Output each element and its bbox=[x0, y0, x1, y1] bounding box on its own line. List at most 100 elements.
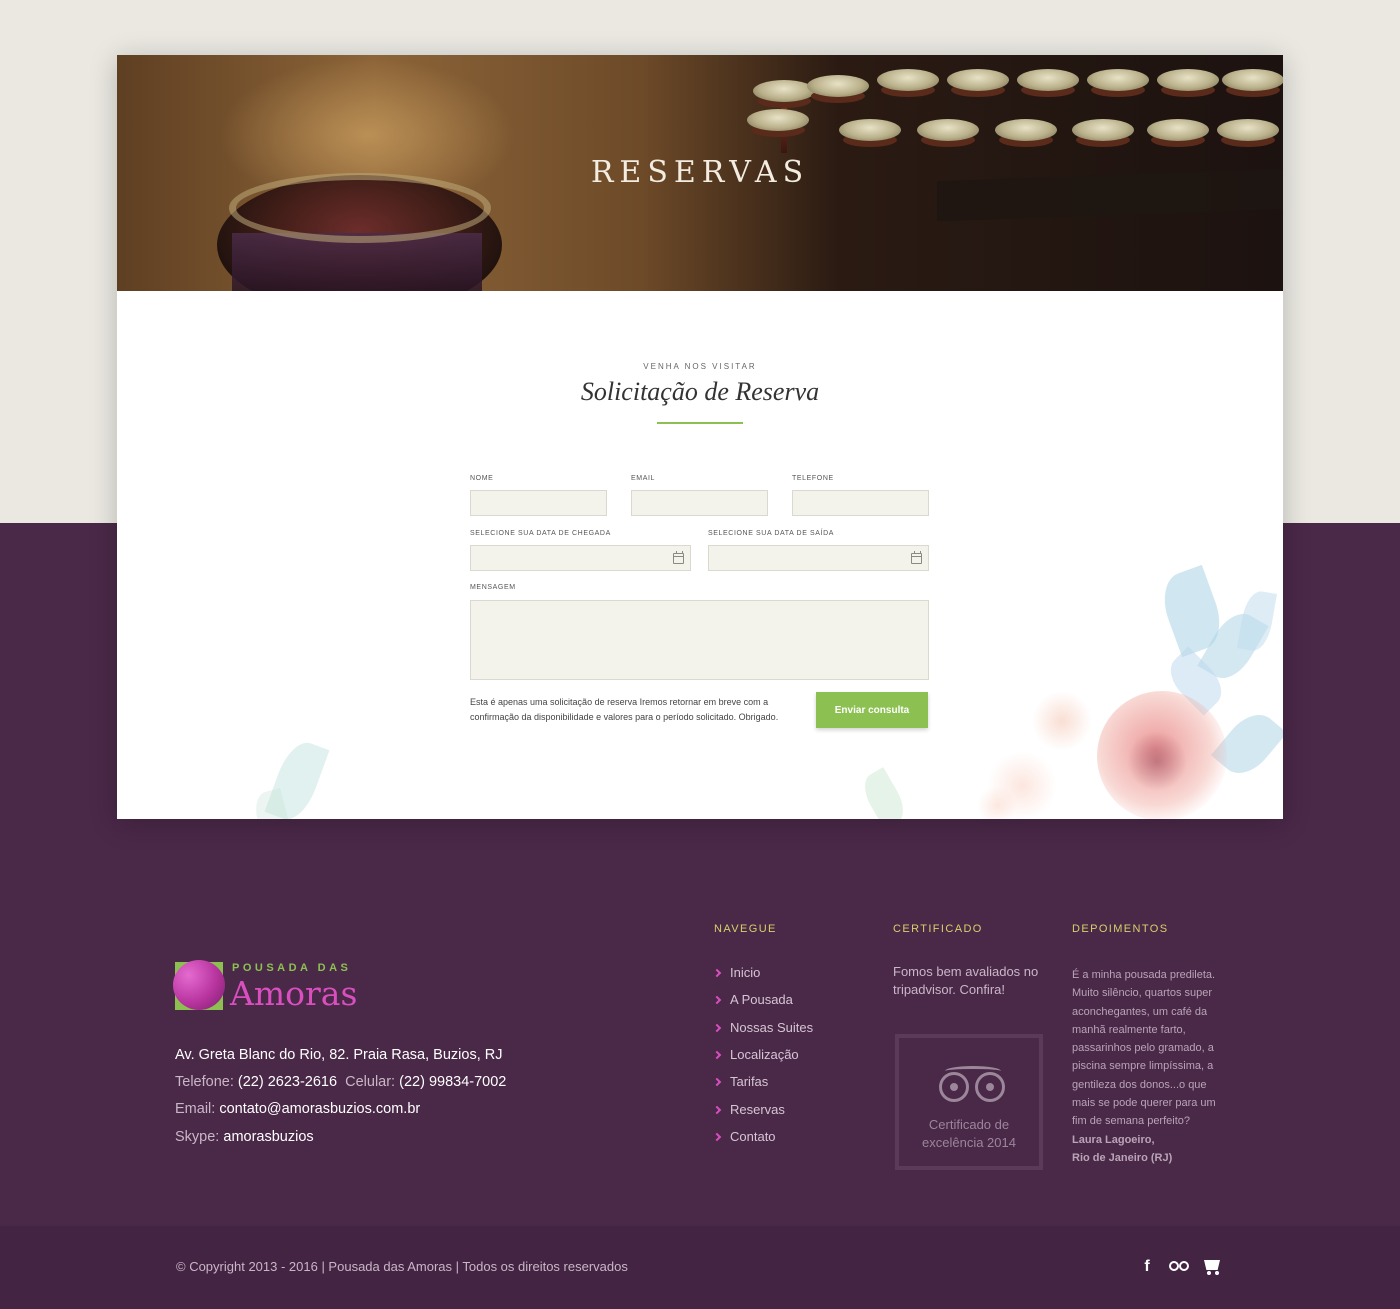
nav-title: NAVEGUE bbox=[714, 923, 777, 935]
tripadvisor-owl-icon bbox=[935, 1066, 1011, 1106]
form-eyebrow: VENHA NOS VISITAR bbox=[643, 362, 757, 371]
nav-item-tarifas[interactable]: Tarifas bbox=[712, 1074, 769, 1089]
hero-key bbox=[877, 69, 939, 91]
cert-text: Fomos bem avaliados no tripadvisor. Conf… bbox=[893, 964, 1039, 997]
nav-label: Tarifas bbox=[730, 1074, 769, 1089]
telefone-label: TELEFONE bbox=[792, 475, 834, 482]
nome-input-wrap bbox=[470, 490, 607, 516]
saida-input-wrap bbox=[708, 545, 929, 571]
reservation-form: VENHA NOS VISITAR Solicitação de Reserva… bbox=[117, 291, 1283, 819]
hero-key bbox=[1087, 69, 1149, 91]
testimonial-author: Laura Lagoeiro, Rio de Janeiro (RJ) bbox=[1072, 1131, 1232, 1167]
copyright: © Copyright 2013 - 2016 | Pousada das Am… bbox=[176, 1259, 628, 1274]
decor-leaf bbox=[857, 767, 911, 819]
berry-icon bbox=[173, 960, 225, 1010]
calendar-icon[interactable] bbox=[673, 551, 684, 564]
footer-phones: Telefone: (22) 2623-2616 Celular: (22) 9… bbox=[175, 1074, 506, 1090]
heading-underline bbox=[657, 422, 743, 424]
chegada-input-wrap bbox=[470, 545, 691, 571]
chevron-right-icon bbox=[712, 1077, 722, 1087]
hero-key bbox=[1157, 69, 1219, 91]
cell-value[interactable]: (22) 99834-7002 bbox=[399, 1074, 506, 1090]
decor-flower bbox=[977, 786, 1017, 819]
hero-key bbox=[1147, 119, 1209, 141]
nav-item-reservas[interactable]: Reservas bbox=[712, 1102, 785, 1117]
testimonial-author-place: Rio de Janeiro (RJ) bbox=[1072, 1152, 1173, 1164]
nav-item-contato[interactable]: Contato bbox=[712, 1129, 776, 1144]
hero-key bbox=[839, 119, 901, 141]
nome-label: NOME bbox=[470, 475, 494, 482]
submit-button[interactable]: Enviar consulta bbox=[816, 692, 928, 728]
email-label: EMAIL bbox=[631, 475, 656, 482]
logo-big-text: Amoras bbox=[230, 974, 358, 1013]
chevron-right-icon bbox=[712, 1023, 722, 1033]
cert-badge-text: Certificado de excelência 2014 bbox=[922, 1117, 1016, 1150]
hero-title: RESERVAS bbox=[590, 155, 810, 190]
hero-key bbox=[1222, 69, 1283, 91]
email-link[interactable]: contato@amorasbuzios.com.br bbox=[219, 1101, 420, 1117]
hero-key bbox=[1072, 119, 1134, 141]
hero-key bbox=[747, 109, 809, 131]
tripadvisor-icon[interactable] bbox=[1169, 1258, 1189, 1276]
phone-value[interactable]: (22) 2623-2616 bbox=[238, 1074, 337, 1090]
mensagem-label: MENSAGEM bbox=[470, 584, 516, 591]
skype-link[interactable]: amorasbuzios bbox=[223, 1129, 313, 1145]
reservation-card: RESERVAS VENHA NOS VISITAR Solicitação d… bbox=[117, 55, 1283, 819]
hero-key bbox=[1217, 119, 1279, 141]
testimonial-author-name: Laura Lagoeiro, bbox=[1072, 1134, 1155, 1146]
footer-logo[interactable]: POUSADA DAS Amoras bbox=[173, 960, 360, 1013]
hero-key bbox=[807, 75, 869, 97]
hero-key bbox=[1017, 69, 1079, 91]
calendar-icon[interactable] bbox=[911, 551, 922, 564]
email-input[interactable] bbox=[632, 491, 767, 515]
nav-label: Localização bbox=[730, 1047, 799, 1062]
phone-label: Telefone: bbox=[175, 1074, 234, 1090]
nav-label: Nossas Suites bbox=[730, 1020, 814, 1035]
nav-label: Inicio bbox=[730, 965, 761, 980]
telefone-input-wrap bbox=[792, 490, 929, 516]
decor-leaf bbox=[1237, 588, 1277, 654]
nav-label: Contato bbox=[730, 1129, 776, 1144]
chegada-date-input[interactable] bbox=[471, 546, 690, 570]
nav-item-a-pousada[interactable]: A Pousada bbox=[712, 992, 793, 1007]
nome-input[interactable] bbox=[471, 491, 606, 515]
logo-small-text: POUSADA DAS bbox=[232, 962, 352, 974]
chevron-right-icon bbox=[712, 995, 722, 1005]
hero-key bbox=[917, 119, 979, 141]
chegada-label: SELECIONE SUA DATA DE CHEGADA bbox=[470, 530, 611, 537]
skype-label: Skype: bbox=[175, 1129, 220, 1145]
nav-item-nossas-suites[interactable]: Nossas Suites bbox=[712, 1020, 814, 1035]
form-note: Esta é apenas uma solicitação de reserva… bbox=[470, 697, 779, 722]
mensagem-textarea[interactable] bbox=[471, 601, 928, 679]
chevron-right-icon bbox=[712, 1050, 722, 1060]
testimonial-text: É a minha pousada predileta. Muito silên… bbox=[1072, 969, 1216, 1128]
mensagem-textarea-wrap bbox=[470, 600, 929, 680]
hero-key bbox=[947, 69, 1009, 91]
footer-address: Av. Greta Blanc do Rio, 82. Praia Rasa, … bbox=[175, 1047, 503, 1063]
decor-flower-center bbox=[1127, 731, 1187, 791]
nav-item-localizacao[interactable]: Localização bbox=[712, 1047, 799, 1062]
decor-flower bbox=[1032, 691, 1092, 751]
nav-item-inicio[interactable]: Inicio bbox=[712, 965, 761, 980]
hero-banner: RESERVAS bbox=[117, 55, 1283, 291]
cart-icon[interactable] bbox=[1203, 1258, 1223, 1276]
cert-title: CERTIFICADO bbox=[893, 923, 983, 935]
footer-email: Email: contato@amorasbuzios.com.br bbox=[175, 1101, 420, 1117]
hero-key bbox=[995, 119, 1057, 141]
nav-label: Reservas bbox=[730, 1102, 785, 1117]
facebook-icon[interactable]: f bbox=[1137, 1258, 1157, 1276]
tripadvisor-certificate[interactable]: Certificado de excelência 2014 bbox=[895, 1034, 1043, 1170]
footer-skype: Skype: amorasbuzios bbox=[175, 1129, 314, 1145]
dep-title: DEPOIMENTOS bbox=[1072, 923, 1169, 935]
hero-key bbox=[753, 80, 815, 102]
email-input-wrap bbox=[631, 490, 768, 516]
email-label-footer: Email: bbox=[175, 1101, 216, 1117]
form-heading: Solicitação de Reserva bbox=[580, 377, 820, 406]
telefone-input[interactable] bbox=[793, 491, 928, 515]
cell-label: Celular: bbox=[345, 1074, 396, 1090]
saida-label: SELECIONE SUA DATA DE SAÍDA bbox=[708, 530, 835, 537]
saida-date-input[interactable] bbox=[709, 546, 928, 570]
nav-label: A Pousada bbox=[730, 992, 793, 1007]
chevron-right-icon bbox=[712, 1132, 722, 1142]
footer-bottom-bar: © Copyright 2013 - 2016 | Pousada das Am… bbox=[0, 1226, 1400, 1309]
